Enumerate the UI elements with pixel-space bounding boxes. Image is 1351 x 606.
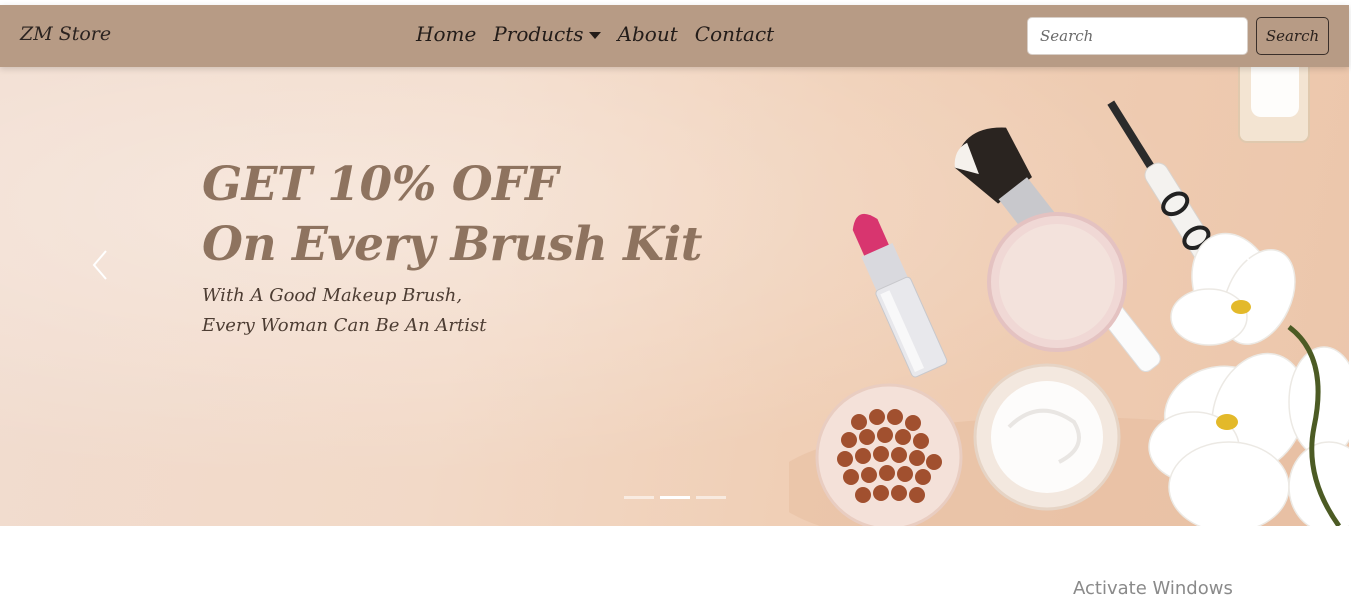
carousel-prev-button[interactable] (80, 243, 120, 287)
hero-heading: GET 10% OFF On Every Brush Kit (202, 155, 822, 275)
hero-subtitle-line2: Every Woman Can Be An Artist (202, 315, 487, 336)
carousel-indicator-3[interactable] (696, 496, 726, 499)
cosmetics-image (789, 67, 1349, 526)
hero-heading-line2: On Every Brush Kit (202, 217, 703, 272)
carousel-next-button[interactable] (1227, 243, 1267, 287)
hero-subtitle: With A Good Makeup Brush, Every Woman Ca… (202, 281, 702, 341)
nav-item-label: Home (416, 22, 477, 46)
nav-item-products[interactable]: Products (493, 22, 601, 46)
search-button[interactable]: Search (1256, 17, 1329, 55)
activate-windows-watermark: Activate Windows (1073, 578, 1233, 599)
nav-item-label: About (617, 22, 678, 46)
caret-down-icon (588, 31, 601, 39)
nav-item-contact[interactable]: Contact (695, 22, 774, 46)
nav-item-about[interactable]: About (618, 22, 678, 46)
search-input[interactable] (1027, 17, 1248, 55)
carousel-indicator-2[interactable] (660, 496, 690, 499)
nav-item-label: Products (493, 22, 584, 46)
hero-carousel: GET 10% OFF On Every Brush Kit With A Go… (0, 67, 1349, 526)
hero-subtitle-line1: With A Good Makeup Brush, (202, 285, 463, 306)
nav-item-label: Contact (694, 22, 775, 46)
nav-item-home[interactable]: Home (416, 22, 476, 46)
chevron-right-icon (1240, 250, 1255, 280)
chevron-left-icon (92, 250, 107, 280)
brand-logo[interactable]: ZM Store (20, 23, 111, 45)
carousel-indicator-1[interactable] (624, 496, 654, 499)
carousel-indicators (624, 496, 726, 499)
nav-links: Home Products About Contact (416, 22, 774, 46)
hero-heading-line1: GET 10% OFF (202, 157, 558, 212)
navbar: ZM Store Home Products About Contact Sea… (0, 5, 1349, 67)
